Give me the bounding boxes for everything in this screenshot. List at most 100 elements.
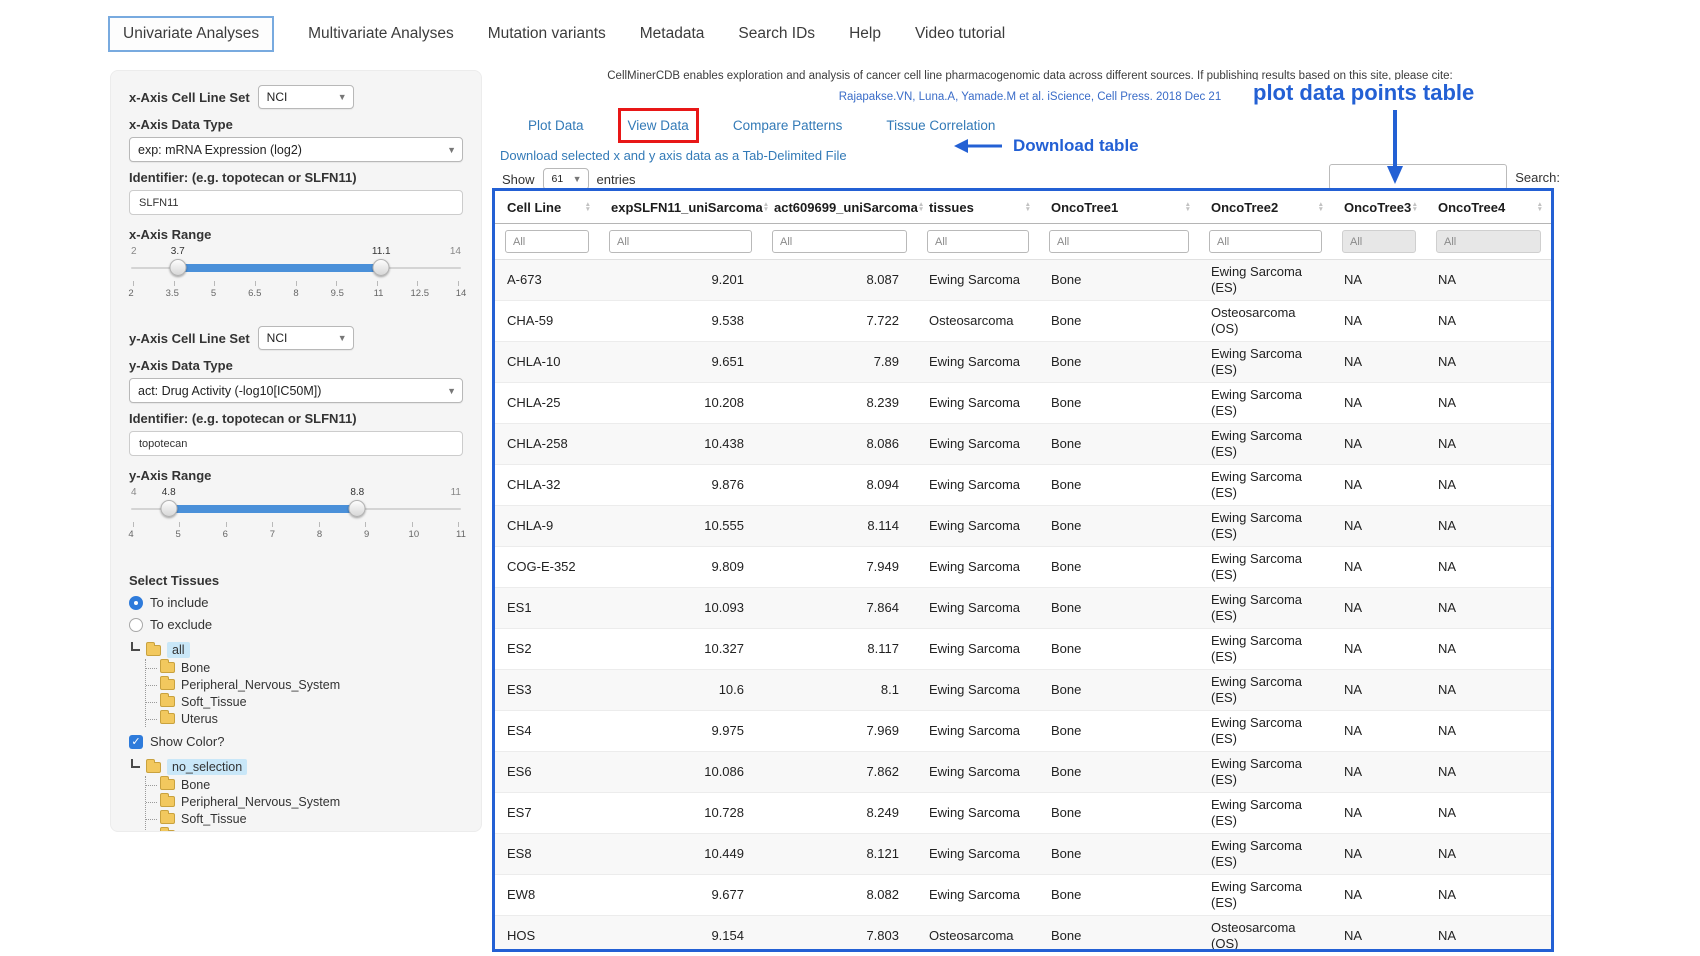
column-filter-input[interactable]	[505, 230, 589, 253]
tab-search-ids[interactable]: Search IDs	[738, 25, 815, 43]
folder-icon	[160, 830, 175, 832]
search-control: Search:	[1329, 164, 1560, 190]
column-filter-input[interactable]	[1342, 230, 1416, 253]
tab-univariate-analyses[interactable]: Univariate Analyses	[108, 16, 274, 52]
column-filter-input[interactable]	[609, 230, 752, 253]
column-header-expslfn11-unisarcoma[interactable]: expSLFN11_uniSarcoma ▲▼	[599, 200, 762, 215]
column-filter-input[interactable]	[1209, 230, 1322, 253]
column-filter-input[interactable]	[772, 230, 907, 253]
sort-icon[interactable]: ▲▼	[585, 202, 591, 213]
tree-item-uterus[interactable]: Uterus	[146, 710, 463, 727]
column-header-oncotree2[interactable]: OncoTree2 ▲▼	[1199, 200, 1332, 215]
table-row: CHLA-2510.2088.239Ewing SarcomaBoneEwing…	[495, 383, 1551, 424]
tab-plot-data[interactable]: Plot Data	[528, 118, 584, 133]
app-window: Univariate Analyses Multivariate Analyses…	[0, 0, 1700, 956]
show-label: Show	[502, 172, 535, 187]
y-cell-line-set-label: y-Axis Cell Line Set	[129, 331, 250, 346]
column-header-act609699-unisarcoma[interactable]: act609699_uniSarcoma ▲▼	[762, 200, 917, 215]
column-header-oncotree1[interactable]: OncoTree1 ▲▼	[1039, 200, 1199, 215]
table-header-row: Cell Line ▲▼expSLFN11_uniSarcoma ▲▼act60…	[495, 191, 1551, 224]
column-filter-input[interactable]	[927, 230, 1029, 253]
tab-metadata[interactable]: Metadata	[640, 25, 705, 43]
slider-handle-to[interactable]	[349, 500, 366, 517]
tab-mutation-variants[interactable]: Mutation variants	[488, 25, 606, 43]
download-link[interactable]: Download selected x and y axis data as a…	[500, 148, 847, 163]
sort-icon[interactable]: ▲▼	[1318, 202, 1324, 213]
radio-selected-icon	[129, 596, 143, 610]
folder-icon	[146, 645, 161, 656]
column-header-oncotree3[interactable]: OncoTree3 ▲▼	[1332, 200, 1426, 215]
slider-handle-from[interactable]	[160, 500, 177, 517]
tree-item-bone[interactable]: Bone	[146, 659, 463, 676]
entries-label: entries	[597, 172, 636, 187]
tab-help[interactable]: Help	[849, 25, 881, 43]
tree-root-no_selection[interactable]: no_selection	[167, 759, 247, 775]
column-filter-input[interactable]	[1436, 230, 1541, 253]
radio-unselected-icon	[129, 618, 143, 632]
tree-item-soft_tissue[interactable]: Soft_Tissue	[146, 693, 463, 710]
table-row: HOS9.1547.803OsteosarcomaBoneOsteosarcom…	[495, 916, 1551, 952]
x-data-type-select[interactable]: exp: mRNA Expression (log2) ▼	[129, 137, 463, 162]
folder-icon	[146, 762, 161, 773]
slider-handle-from[interactable]	[169, 259, 186, 276]
sort-icon[interactable]: ▲▼	[1537, 202, 1543, 213]
tree-root-all[interactable]: all	[167, 642, 190, 658]
table-row: CHLA-910.5558.114Ewing SarcomaBoneEwing …	[495, 506, 1551, 547]
folder-icon	[160, 662, 175, 673]
top-nav: Univariate Analyses Multivariate Analyses…	[108, 16, 1005, 52]
sort-icon[interactable]: ▲▼	[1185, 202, 1191, 213]
chevron-down-icon: ▼	[338, 92, 347, 102]
slider-handle-to[interactable]	[373, 259, 390, 276]
entries-select[interactable]: 61 ▼	[543, 168, 589, 190]
column-filter-input[interactable]	[1049, 230, 1189, 253]
view-tabs: Plot Data View Data Compare Patterns Tis…	[528, 118, 995, 133]
x-range-label: x-Axis Range	[129, 227, 463, 242]
folder-icon	[160, 813, 175, 824]
tissues-exclude-radio[interactable]: To exclude	[129, 617, 463, 632]
control-panel: x-Axis Cell Line Set NCI ▼ x-Axis Data T…	[110, 70, 482, 832]
tab-compare-patterns[interactable]: Compare Patterns	[733, 118, 843, 133]
x-identifier-input[interactable]	[129, 190, 463, 215]
tree-item-peripheral_nervous_system[interactable]: Peripheral_Nervous_System	[146, 793, 463, 810]
data-table: Cell Line ▲▼expSLFN11_uniSarcoma ▲▼act60…	[492, 188, 1554, 952]
tree-item-soft_tissue[interactable]: Soft_Tissue	[146, 810, 463, 827]
folder-icon	[160, 713, 175, 724]
tissues-include-radio[interactable]: To include	[129, 595, 463, 610]
sort-icon[interactable]: ▲▼	[1412, 202, 1418, 213]
table-row: CHA-599.5387.722OsteosarcomaBoneOsteosar…	[495, 301, 1551, 342]
main-content: CellMinerCDB enables exploration and ana…	[500, 70, 1560, 956]
column-header-tissues[interactable]: tissues ▲▼	[917, 200, 1039, 215]
search-input[interactable]	[1329, 164, 1507, 190]
tree-item-bone[interactable]: Bone	[146, 776, 463, 793]
x-identifier-label: Identifier: (e.g. topotecan or SLFN11)	[129, 170, 463, 185]
table-row: CHLA-25810.4388.086Ewing SarcomaBoneEwin…	[495, 424, 1551, 465]
tab-multivariate-analyses[interactable]: Multivariate Analyses	[308, 25, 454, 43]
folder-icon	[160, 796, 175, 807]
y-identifier-input[interactable]	[129, 431, 463, 456]
tab-tissue-correlation[interactable]: Tissue Correlation	[886, 118, 995, 133]
show-color-checkbox[interactable]: ✓ Show Color?	[129, 734, 463, 749]
chevron-down-icon: ▼	[447, 145, 456, 155]
y-range-label: y-Axis Range	[129, 468, 463, 483]
folder-icon	[160, 696, 175, 707]
table-row: COG-E-3529.8097.949Ewing SarcomaBoneEwin…	[495, 547, 1551, 588]
table-row: ES110.0937.864Ewing SarcomaBoneEwing Sar…	[495, 588, 1551, 629]
column-header-oncotree4[interactable]: OncoTree4 ▲▼	[1426, 200, 1551, 215]
table-row: CHLA-109.6517.89Ewing SarcomaBoneEwing S…	[495, 342, 1551, 383]
table-row: ES49.9757.969Ewing SarcomaBoneEwing Sarc…	[495, 711, 1551, 752]
y-data-type-select[interactable]: act: Drug Activity (-log10[IC50M]) ▼	[129, 378, 463, 403]
y-cell-line-set-select[interactable]: NCI ▼	[258, 326, 354, 350]
x-cell-line-set-select[interactable]: NCI ▼	[258, 85, 354, 109]
x-cell-line-set-label: x-Axis Cell Line Set	[129, 90, 250, 105]
tree-item-uterus[interactable]: Uterus	[146, 827, 463, 832]
y-axis-range-slider: 4 4.8 8.8 11 4567891011	[131, 487, 461, 545]
tree-item-peripheral_nervous_system[interactable]: Peripheral_Nervous_System	[146, 676, 463, 693]
table-row: ES210.3278.117Ewing SarcomaBoneEwing Sar…	[495, 629, 1551, 670]
checkbox-checked-icon: ✓	[129, 735, 143, 749]
tree-elbow-icon	[131, 759, 140, 768]
sort-icon[interactable]: ▲▼	[1025, 202, 1031, 213]
tab-video-tutorial[interactable]: Video tutorial	[915, 25, 1005, 43]
y-identifier-label: Identifier: (e.g. topotecan or SLFN11)	[129, 411, 463, 426]
column-header-cell-line[interactable]: Cell Line ▲▼	[495, 200, 599, 215]
tab-view-data[interactable]: View Data	[628, 118, 689, 133]
